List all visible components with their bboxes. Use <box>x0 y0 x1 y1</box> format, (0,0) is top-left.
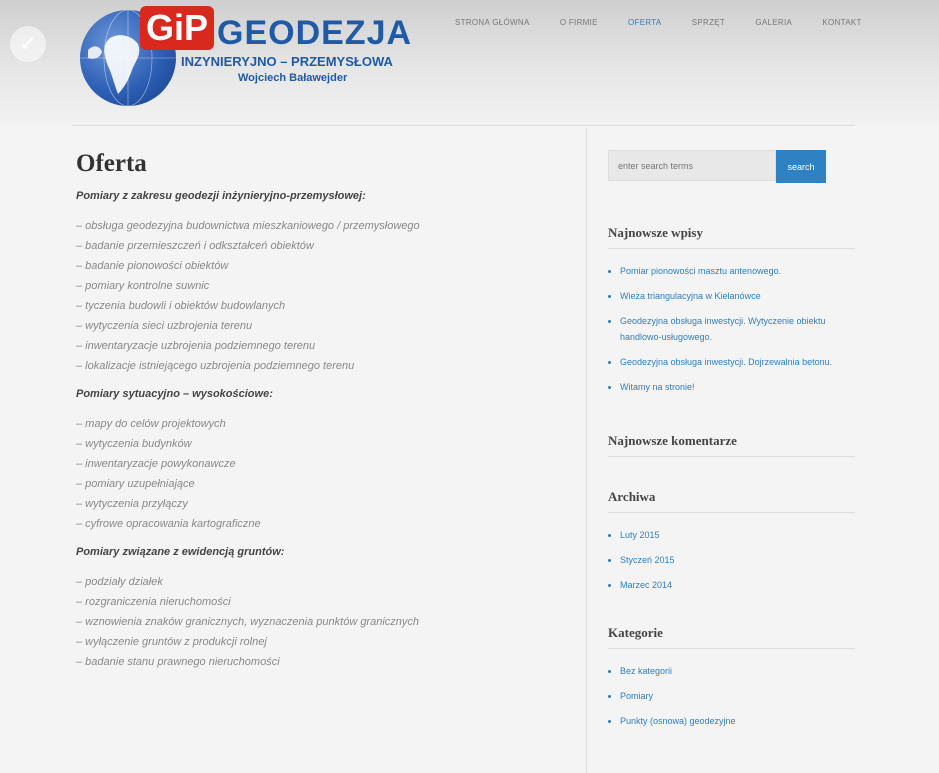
recent-post-link[interactable]: Geodezyjna obsługa inwestycji. Wytyczeni… <box>620 313 855 345</box>
widget-title: Najnowsze wpisy <box>608 225 855 249</box>
list-item: – wznowienia znaków granicznych, wyznacz… <box>76 616 420 628</box>
category-link[interactable]: Punkty (osnowa) geodezyjne <box>620 713 855 729</box>
search-form: search <box>608 150 855 183</box>
brand-owner: Wojciech Baławejder <box>238 72 348 84</box>
recent-post-link[interactable]: Geodezyjna obsługa inwestycji. Dojrzewal… <box>620 354 855 370</box>
section-title-situational: Pomiary sytuacyjno – wysokościowe: <box>76 388 273 400</box>
header-divider <box>72 125 855 126</box>
page-title: Oferta <box>76 150 147 177</box>
categories-widget: Kategorie Bez kategorii Pomiary Punkty (… <box>608 625 855 729</box>
list-item: – rozgraniczenia nieruchomości <box>76 596 231 608</box>
archive-link[interactable]: Styczeń 2015 <box>620 552 855 568</box>
recent-post-link[interactable]: Wieża triangulacyjna w Kielanówce <box>620 288 855 304</box>
recent-post-link[interactable]: Witamy na stronie! <box>620 379 855 395</box>
section-title-engineering: Pomiary z zakresu geodezji inżynieryjno-… <box>76 190 366 202</box>
main-nav: STRONA GŁÓWNA O FIRMIE OFERTA SPRZĘT GAL… <box>455 18 890 27</box>
main-content: Oferta Pomiary z zakresu geodezji inżyni… <box>76 150 576 672</box>
list-item: – tyczenia budowli i obiektów budowlanyc… <box>76 300 286 312</box>
nav-item-gallery[interactable]: GALERIA <box>755 18 792 27</box>
archive-link[interactable]: Luty 2015 <box>620 527 855 543</box>
check-icon[interactable]: ✓ <box>10 26 46 62</box>
list-item: – badanie przemieszczeń i odkształceń ob… <box>76 240 314 252</box>
sidebar-divider <box>586 128 587 773</box>
nav-item-equipment[interactable]: SPRZĘT <box>692 18 725 27</box>
category-link[interactable]: Pomiary <box>620 688 855 704</box>
recent-posts-widget: Najnowsze wpisy Pomiar pionowości masztu… <box>608 225 855 395</box>
list-item: – inwentaryzacje uzbrojenia podziemnego … <box>76 340 316 352</box>
list-item: – wytyczenia sieci uzbrojenia terenu <box>76 320 253 332</box>
archive-link[interactable]: Marzec 2014 <box>620 577 855 593</box>
widget-title: Najnowsze komentarze <box>608 433 855 457</box>
list-item: – podziały działek <box>76 576 163 588</box>
list-item: – pomiary kontrolne suwnic <box>76 280 210 292</box>
category-link[interactable]: Bez kategorii <box>620 663 855 679</box>
nav-item-offer[interactable]: OFERTA <box>628 18 662 27</box>
recent-post-link[interactable]: Pomiar pionowości masztu antenowego. <box>620 263 855 279</box>
sidebar: search Najnowsze wpisy Pomiar pionowości… <box>608 150 855 738</box>
list-item: – badanie stanu prawnego nieruchomości <box>76 656 280 668</box>
search-button[interactable]: search <box>776 150 826 183</box>
archives-widget: Archiwa Luty 2015 Styczeń 2015 Marzec 20… <box>608 489 855 593</box>
brand-name[interactable]: GEODEZJA <box>217 14 412 53</box>
site-header: ✓ GiP GEODEZJA INZYNIERYJNO – PRZEMYSŁOW… <box>0 0 939 125</box>
recent-comments-widget: Najnowsze komentarze <box>608 433 855 457</box>
widget-title: Archiwa <box>608 489 855 513</box>
list-item: – pomiary uzupełniające <box>76 478 195 490</box>
list-item: – mapy do celów projektowych <box>76 418 226 430</box>
search-input[interactable] <box>608 150 776 181</box>
nav-item-home[interactable]: STRONA GŁÓWNA <box>455 18 530 27</box>
section-title-land-registry: Pomiary związane z ewidencją gruntów: <box>76 546 285 558</box>
list-item: – wyłączenie gruntów z produkcji rolnej <box>76 636 267 648</box>
brand-subtitle: INZYNIERYJNO – PRZEMYSŁOWA <box>181 54 393 69</box>
nav-item-contact[interactable]: KONTAKT <box>822 18 861 27</box>
logo-badge[interactable]: GiP <box>140 6 215 50</box>
list-item: – obsługa geodezyjna budownictwa mieszka… <box>76 220 420 232</box>
list-item: – badanie pionowości obiektów <box>76 260 229 272</box>
list-item: – wytyczenia przyłączy <box>76 498 188 510</box>
list-item: – inwentaryzacje powykonawcze <box>76 458 236 470</box>
list-item: – cyfrowe opracowania kartograficzne <box>76 518 261 530</box>
list-item: – wytyczenia budynków <box>76 438 192 450</box>
list-item: – lokalizacje istniejącego uzbrojenia po… <box>76 360 355 372</box>
nav-item-about[interactable]: O FIRMIE <box>560 18 598 27</box>
widget-title: Kategorie <box>608 625 855 649</box>
